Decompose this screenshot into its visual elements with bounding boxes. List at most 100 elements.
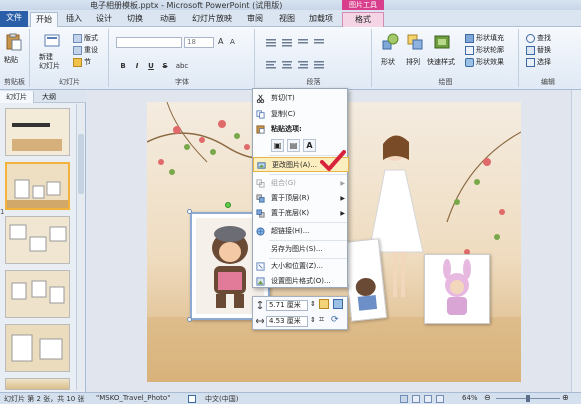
shape-fill-button[interactable]: 形状填充 [465, 33, 504, 43]
zoom-in-icon[interactable]: ⊕ [562, 393, 569, 402]
zoom-level[interactable]: 64% [462, 394, 478, 402]
replace-button[interactable]: 替换 [526, 45, 551, 55]
slide-thumbnail[interactable] [5, 108, 70, 156]
menu-item-format-picture[interactable]: 设置图片格式(O)... [253, 274, 349, 289]
section-button[interactable]: 节 [73, 57, 91, 67]
editor-vertical-scrollbar[interactable] [571, 90, 581, 392]
new-slide-icon[interactable] [43, 32, 61, 50]
paragraph-controls-icon[interactable] [264, 37, 364, 73]
zoom-slider-thumb[interactable] [526, 395, 530, 402]
tab-file[interactable]: 文件 [0, 11, 28, 27]
reset-button[interactable]: 重设 [73, 45, 98, 55]
height-spin-arrows-icon[interactable]: ⇕ [310, 300, 316, 308]
slide-thumbnail-selected[interactable] [5, 162, 70, 210]
quick-styles-button[interactable]: 快速样式 [427, 57, 455, 67]
shape-outline-label: 形状轮廓 [476, 46, 504, 54]
arrange-button[interactable]: 排列 [406, 57, 420, 67]
rotate-handle[interactable] [225, 202, 231, 208]
layout-icon [73, 33, 82, 43]
thumbnail-3-art [6, 217, 69, 263]
shapes-button[interactable]: 形状 [381, 57, 395, 67]
arrange-icon[interactable] [406, 33, 424, 51]
menu-item-group[interactable]: 组合(G) ▶ [253, 176, 349, 191]
tab-animations[interactable]: 动画 [157, 12, 179, 27]
font-name-combo[interactable] [116, 37, 182, 48]
tab-home[interactable]: 开始 [30, 12, 58, 27]
menu-item-size-position[interactable]: 大小和位置(Z)... [253, 259, 349, 274]
paste-icon[interactable] [4, 33, 22, 51]
paste-text-only-button[interactable]: A [303, 139, 316, 152]
width-spinner[interactable]: 4.53 厘米 [266, 316, 308, 327]
paste-button[interactable]: 粘贴 [4, 55, 18, 65]
pane-scrollbar[interactable] [76, 104, 85, 390]
shape-outline-button[interactable]: 形状轮廓 [465, 45, 504, 55]
menu-item-hyperlink[interactable]: 超链接(H)... [253, 224, 349, 239]
menu-item-cut[interactable]: 剪切(T) [253, 91, 349, 106]
menu-item-send-to-back[interactable]: 置于底层(K) ▶ [253, 206, 349, 221]
paste-keep-source-icon[interactable]: ▣ [271, 139, 284, 152]
shrink-font-icon[interactable]: A [230, 38, 235, 46]
find-button[interactable]: 查找 [526, 33, 551, 43]
grow-font-icon[interactable]: A [218, 37, 223, 46]
normal-view-icon[interactable] [400, 395, 408, 403]
slide-thumbnail[interactable] [5, 378, 70, 390]
language-status[interactable]: 中文(中国) [205, 394, 238, 404]
slide-sorter-icon[interactable] [412, 395, 420, 403]
tab-slides[interactable]: 幻灯片 [0, 91, 34, 103]
select-button[interactable]: 选择 [526, 57, 551, 67]
format-picture-icon [256, 277, 265, 286]
pane-scroll-thumb[interactable] [78, 134, 84, 194]
scissors-icon [256, 94, 265, 103]
tab-design[interactable]: 设计 [93, 12, 115, 27]
reading-view-icon[interactable] [424, 395, 432, 403]
width-spin-arrows-icon[interactable]: ⇕ [310, 316, 316, 324]
menu-item-bring-to-front[interactable]: 置于顶层(R) ▶ [253, 191, 349, 206]
shape-effects-button[interactable]: 形状效果 [465, 57, 504, 67]
tab-addins[interactable]: 加载项 [306, 12, 336, 27]
slide-thumbnail[interactable] [5, 216, 70, 264]
italic-button[interactable]: I [132, 61, 142, 71]
menu-item-save-as-picture[interactable]: 另存为图片(S)... [253, 242, 349, 257]
tab-outline[interactable]: 大纲 [36, 91, 62, 103]
bunny-doll-picture [425, 255, 489, 323]
send-backward-icon[interactable] [333, 299, 343, 309]
menu-item-label: 更改图片(A)... [272, 161, 317, 169]
spellcheck-icon[interactable] [188, 395, 196, 403]
rotate-icon[interactable]: ⟳ [331, 315, 339, 325]
new-slide-button[interactable]: 新建 幻灯片 [39, 53, 60, 71]
menu-item-copy[interactable]: 复制(C) [253, 107, 349, 122]
font-size-combo[interactable]: 18 [184, 37, 214, 48]
menu-item-label: 另存为图片(S)... [271, 245, 323, 253]
slide-picture[interactable] [424, 254, 490, 324]
status-bar: 幻灯片 第 2 张，共 10 张 "MSKO_Travel_Photo" 中文(… [0, 392, 581, 404]
shadow-button[interactable]: abc [174, 61, 190, 71]
bold-button[interactable]: B [118, 61, 128, 71]
layout-button[interactable]: 版式 [73, 33, 98, 43]
section-icon [73, 57, 82, 67]
slide-thumbnail[interactable] [5, 270, 70, 318]
height-spinner[interactable]: 5.71 厘米 [266, 300, 308, 311]
tab-transitions[interactable]: 切换 [124, 12, 146, 27]
underline-button[interactable]: U [146, 61, 156, 71]
tab-view[interactable]: 视图 [276, 12, 298, 27]
slideshow-icon[interactable] [436, 395, 444, 403]
shapes-icon[interactable] [381, 33, 399, 51]
tab-format[interactable]: 格式 [342, 12, 384, 27]
resize-handle[interactable] [187, 317, 192, 322]
quick-styles-icon[interactable] [433, 33, 451, 51]
resize-handle[interactable] [187, 209, 192, 214]
tab-review[interactable]: 审阅 [244, 12, 266, 27]
menu-item-label: 置于底层(K) [271, 209, 310, 217]
slide-thumbnail[interactable] [5, 324, 70, 372]
tab-insert[interactable]: 插入 [63, 12, 85, 27]
bring-forward-icon[interactable] [319, 299, 329, 309]
strikethrough-button[interactable]: S [160, 61, 170, 71]
menu-separator [269, 222, 347, 223]
menu-separator [269, 174, 347, 175]
doll-picture [344, 239, 386, 321]
tab-slideshow[interactable]: 幻灯片放映 [188, 12, 236, 27]
paste-picture-icon[interactable]: ▤ [287, 139, 300, 152]
zoom-out-icon[interactable]: ⊖ [484, 393, 491, 402]
crop-icon[interactable]: ⌗ [319, 315, 324, 325]
clipboard-group: 粘贴 剪贴板 [0, 29, 30, 87]
